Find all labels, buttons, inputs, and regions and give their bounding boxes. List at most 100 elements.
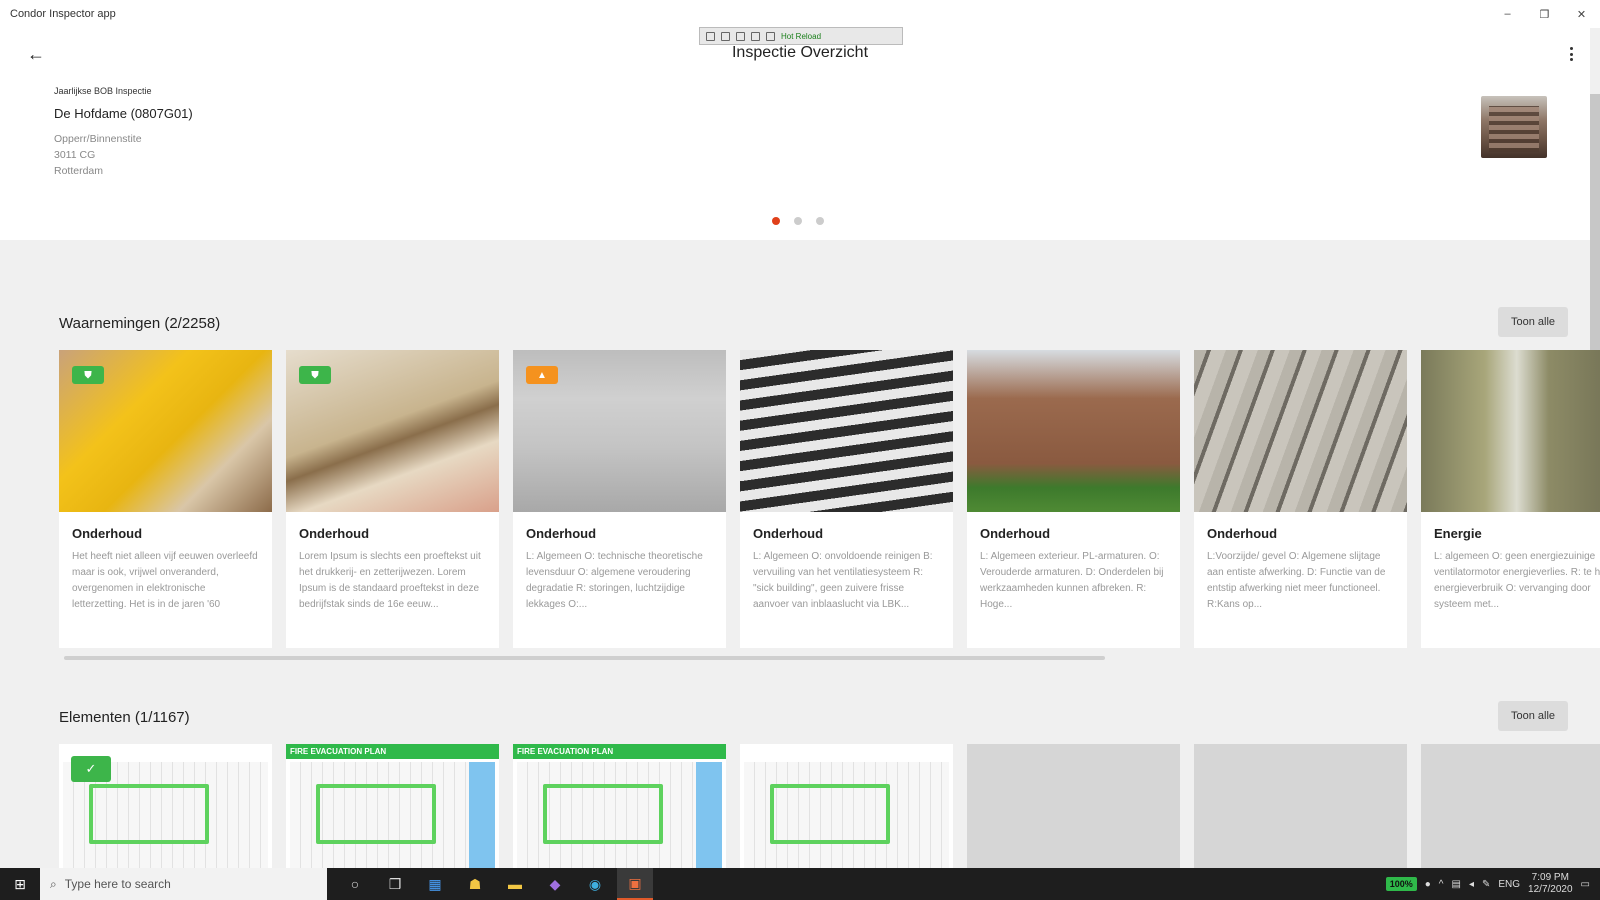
element-tile-placeholder[interactable] [1194, 744, 1407, 868]
observation-category: Onderhoud [299, 526, 370, 541]
observation-description: L:Voorzijde/ gevel O: Algemene slijtage … [1207, 551, 1386, 610]
observations-view-all-button[interactable]: Toon alle [1498, 307, 1568, 337]
observation-card[interactable]: ▲ Onderhoud L: Algemeen O: technische theo… [513, 350, 726, 648]
windows-start-icon[interactable]: ⊞ [0, 868, 40, 900]
inspection-header: ← Inspectie Overzicht Jaarlijkse BOB Ins… [0, 28, 1590, 240]
building-photo[interactable] [1481, 96, 1547, 158]
window-titlebar: Condor Inspector app – ❐ ✕ [0, 0, 1600, 28]
observation-description: Het heeft niet alleen vijf eeuwen overle… [72, 551, 258, 610]
inspection-type: Jaarlijkse BOB Inspectie [54, 86, 152, 96]
observation-photo [740, 350, 953, 512]
observation-description: L: algemeen O: geen energiezuinige venti… [1434, 551, 1600, 610]
pager-dot[interactable] [816, 217, 824, 225]
plan-header: FIRE EVACUATION PLAN [286, 744, 499, 759]
pen-icon[interactable]: ✎ [1482, 879, 1490, 890]
observation-category: Onderhoud [980, 526, 1051, 541]
layout-adorners-icon[interactable] [751, 31, 760, 41]
select-element-icon[interactable] [706, 31, 715, 41]
observation-card[interactable]: Energie L: algemeen O: geen energiezuinig… [1421, 350, 1600, 648]
observation-card[interactable]: ⛊ Onderhoud Lorem Ipsum is slechts een pro… [286, 350, 499, 648]
close-button[interactable]: ✕ [1563, 0, 1600, 28]
visual-studio-icon[interactable]: ◆ [537, 868, 573, 900]
xaml-debug-toolbar: Hot Reload [699, 27, 903, 45]
observation-category: Energie [1434, 526, 1482, 541]
battery-indicator[interactable]: 100% [1385, 877, 1417, 891]
store-icon[interactable]: ▦ [417, 868, 453, 900]
cortana-icon[interactable]: ○ [337, 868, 373, 900]
edge-browser-icon[interactable]: ◉ [577, 868, 613, 900]
page-title: Inspectie Overzicht [731, 44, 869, 61]
plan-legend [696, 762, 722, 868]
observation-card[interactable]: ⛊ Onderhoud Het heeft niet alleen vijf eeu… [59, 350, 272, 648]
evacuation-route [543, 784, 663, 844]
element-tile-placeholder[interactable] [967, 744, 1180, 868]
observation-photo: ⛊ [286, 350, 499, 512]
window-title: Condor Inspector app [10, 8, 116, 20]
observations-title: Waarnemingen (2/2258) [59, 315, 221, 332]
minimize-button[interactable]: – [1489, 0, 1526, 28]
element-tile-floorplan[interactable]: FIRE EVACUATION PLAN [513, 744, 726, 868]
elements-view-all-button[interactable]: Toon alle [1498, 701, 1568, 731]
network-icon[interactable]: ▤ [1452, 879, 1461, 890]
taskbar-apps: ○ ❒ ▦ ☗ ▬ ◆ ◉ ▣ [337, 868, 653, 900]
observation-description: L: Algemeen O: technische theoretische l… [526, 551, 703, 610]
observation-card[interactable]: Onderhoud L: Algemeen exterieur. PL-armat… [967, 350, 1180, 648]
evacuation-route [770, 784, 890, 844]
building-city: Rotterdam [54, 165, 104, 177]
task-view-icon[interactable]: ❒ [377, 868, 413, 900]
warning-icon: ▲ [526, 366, 558, 384]
building-info: Jaarlijkse BOB Inspectie De Hofdame (080… [54, 86, 193, 179]
clock-time: 7:09 PM [1531, 872, 1569, 883]
pager-dot[interactable] [772, 217, 780, 225]
system-tray: 100% ● ^ ▤ ◂ ✎ ENG 7:09 PM 12/7/2020 ▭ [1385, 868, 1600, 900]
condor-app-icon[interactable]: ▣ [617, 868, 653, 900]
observation-category: Onderhoud [526, 526, 597, 541]
element-tile-floorplan[interactable]: ✓ [59, 744, 272, 868]
observation-category: Onderhoud [72, 526, 143, 541]
maximize-button[interactable]: ❐ [1526, 0, 1563, 28]
clock-date: 12/7/2020 [1528, 884, 1573, 895]
observation-photo: ▲ [513, 350, 726, 512]
building-postal: 3011 CG [54, 149, 96, 161]
horizontal-scrollbar[interactable] [64, 656, 1105, 660]
volume-icon[interactable]: ◂ [1469, 879, 1474, 890]
display-adorners-icon[interactable] [721, 31, 730, 41]
building-name: De Hofdame (0807G01) [54, 106, 193, 121]
element-tile-placeholder[interactable] [1421, 744, 1600, 868]
evacuation-route [89, 784, 209, 844]
language-indicator[interactable]: ENG [1498, 879, 1520, 890]
observation-description: Lorem Ipsum is slechts een proeftekst ui… [299, 551, 481, 610]
binding-failures-icon[interactable] [766, 31, 775, 41]
observation-description: L: Algemeen O: onvoldoende reinigen B: v… [753, 551, 933, 610]
tray-chevron-icon[interactable]: ^ [1439, 879, 1444, 890]
taskbar-search-input[interactable]: ⌕ Type here to search [40, 868, 327, 900]
more-options-icon[interactable] [1566, 44, 1576, 64]
elements-title: Elementen (1/1167) [59, 709, 190, 726]
tools-icon[interactable]: ☗ [457, 868, 493, 900]
plan-header: FIRE EVACUATION PLAN [513, 744, 726, 759]
observation-photo: ⛊ [59, 350, 272, 512]
windows-taskbar: ⊞ ⌕ Type here to search ○ ❒ ▦ ☗ ▬ ◆ ◉ ▣ … [0, 868, 1600, 900]
element-tile-floorplan[interactable] [740, 744, 953, 868]
observation-category: Onderhoud [1207, 526, 1278, 541]
observation-card[interactable]: Onderhoud L: Algemeen O: onvoldoende rein… [740, 350, 953, 648]
observation-photo [1194, 350, 1407, 512]
observation-photo [1421, 350, 1600, 512]
carousel-pager [772, 217, 824, 225]
hot-reload-indicator[interactable]: Hot Reload [781, 32, 821, 41]
shield-check-icon: ⛊ [72, 366, 104, 384]
microphone-icon[interactable]: ● [1425, 879, 1431, 890]
shield-check-icon: ✓ [71, 756, 111, 782]
evacuation-route [316, 784, 436, 844]
file-explorer-icon[interactable]: ▬ [497, 868, 533, 900]
observation-description: L: Algemeen exterieur. PL-armaturen. O: … [980, 551, 1164, 610]
building-street: Opperr/Binnenstite [54, 133, 142, 145]
plan-legend [469, 762, 495, 868]
element-tile-floorplan[interactable]: FIRE EVACUATION PLAN [286, 744, 499, 868]
clock[interactable]: 7:09 PM 12/7/2020 [1528, 872, 1573, 896]
observation-category: Onderhoud [753, 526, 824, 541]
track-focus-icon[interactable] [736, 31, 745, 41]
notifications-icon[interactable]: ▭ [1581, 879, 1590, 890]
pager-dot[interactable] [794, 217, 802, 225]
observation-card[interactable]: Onderhoud L:Voorzijde/ gevel O: Algemene … [1194, 350, 1407, 648]
